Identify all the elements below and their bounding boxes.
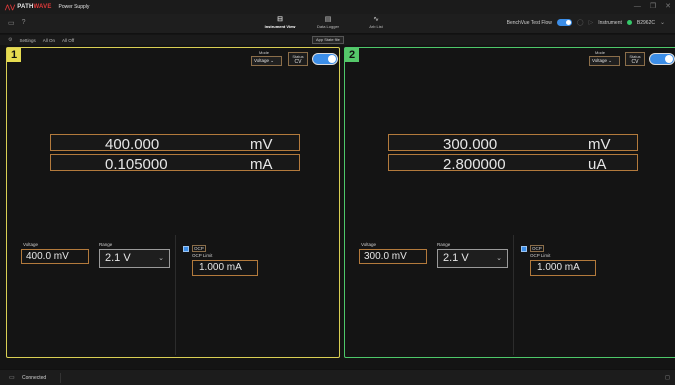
voltage-label: Voltage [361, 242, 377, 247]
chevron-down-icon: ⌄ [158, 255, 164, 262]
chevron-down-icon: ⌄ [270, 58, 275, 63]
instrument-status-icon [626, 20, 632, 25]
voltage-input[interactable]: 400.0 mV [21, 249, 89, 264]
tab-arb-list[interactable]: ∿ Arb List [354, 15, 398, 33]
mode-select[interactable]: Voltage ⌄ [251, 56, 282, 66]
status-indicator: Status CV [288, 52, 308, 66]
pathwave-logo-icon: ⋀⋁ [5, 4, 16, 11]
gear-icon[interactable]: ⚙ [8, 37, 12, 43]
settings-menu[interactable]: Settings [19, 38, 35, 43]
toolbar-left: ▭ ? [8, 19, 26, 27]
app-state-file-button[interactable]: App State file [312, 36, 344, 44]
range-label: Range [437, 242, 451, 247]
readout-voltage-value: 300.000 [443, 136, 498, 153]
mode-label: Mode [259, 50, 270, 55]
connection-icon: ▭ [9, 375, 15, 381]
chevron-down-icon[interactable]: ⌄ [660, 19, 665, 26]
mode-label: Mode [595, 50, 606, 55]
tab-label: Instrument View [264, 24, 296, 29]
minimize-button[interactable]: — [634, 2, 641, 11]
ocp-label: OCP [192, 245, 206, 252]
output-toggle[interactable] [649, 53, 675, 65]
data-logger-icon: ▤ [324, 16, 332, 23]
chevron-down-icon: ⌄ [608, 58, 613, 63]
status-separator [60, 373, 61, 383]
instrument-label: Instrument [598, 19, 622, 26]
ocp-checkbox[interactable] [521, 246, 527, 252]
status-value: CV [294, 59, 302, 65]
readout-current-value: 0.105000 [105, 156, 168, 173]
mode-select[interactable]: Voltage ⌄ [589, 56, 620, 66]
ocp-label: OCP [530, 245, 544, 252]
settings-divider [513, 235, 514, 355]
close-button[interactable]: ✕ [665, 2, 671, 11]
benchvue-toggle[interactable] [556, 19, 572, 26]
voltage-input[interactable]: 300.0 mV [359, 249, 427, 264]
status-bar: ▭ Connected ◻ [0, 369, 675, 385]
channel-panel-2: 2 Mode Voltage ⌄ Status CV 300.000 mV 2.… [344, 47, 675, 358]
window-controls: — ❐ ✕ [634, 2, 671, 11]
connection-status: Connected [22, 375, 47, 381]
readout-voltage-unit: mV [588, 136, 611, 153]
all-off-button[interactable]: All Off [62, 38, 74, 43]
folder-icon[interactable]: ▭ [8, 19, 15, 27]
readout-voltage-unit: mV [250, 136, 273, 153]
ocp-limit-label: OCP Limit [192, 253, 213, 258]
tab-data-logger[interactable]: ▤ Data Logger [306, 15, 350, 33]
view-tabs: ⊟ Instrument View ▤ Data Logger ∿ Arb Li… [258, 15, 398, 33]
ocp-limit-label: OCP Limit [530, 253, 551, 258]
restore-button[interactable]: ❐ [650, 2, 656, 11]
channel-number-badge: 1 [7, 48, 21, 62]
range-select[interactable]: 2.1 V ⌄ [437, 249, 508, 268]
benchvue-label: BenchVue Test Flow [506, 19, 552, 26]
record-icon[interactable]: ◯ [577, 19, 584, 26]
play-icon[interactable]: ▷ [589, 19, 594, 26]
voltage-readout: 400.000 mV [50, 134, 300, 153]
status-value: CV [631, 59, 639, 65]
brand-logo: ⋀⋁ PATH WAVE [5, 4, 52, 11]
range-label: Range [99, 242, 113, 247]
range-value: 2.1 V [443, 252, 469, 264]
brand-path: PATH [17, 4, 34, 10]
all-on-button[interactable]: All On [43, 38, 55, 43]
tab-instrument-view[interactable]: ⊟ Instrument View [258, 15, 302, 33]
instrument-view-icon: ⊟ [277, 16, 283, 23]
readout-current-unit: mA [250, 156, 273, 173]
chevron-down-icon: ⌄ [496, 255, 502, 262]
ocp-checkbox[interactable] [183, 246, 189, 252]
tab-label: Arb List [369, 24, 383, 29]
app-title: Power Supply [58, 4, 90, 10]
ocp-limit-input[interactable]: 1.000 mA [192, 260, 258, 276]
tab-label: Data Logger [316, 24, 339, 29]
range-select[interactable]: 2.1 V ⌄ [99, 249, 170, 268]
status-indicator: Status CV [625, 52, 645, 66]
mode-value: Voltage [592, 58, 608, 63]
toolbar: ▭ ? ⊟ Instrument View ▤ Data Logger ∿ Ar… [0, 14, 675, 34]
output-toggle[interactable] [312, 53, 338, 65]
current-readout: 0.105000 mA [50, 154, 300, 173]
help-icon[interactable]: ? [22, 19, 26, 27]
title-bar: ⋀⋁ PATH WAVE Power Supply — ❐ ✕ [0, 0, 675, 14]
mode-value: Voltage [254, 58, 270, 63]
channel-panel-1: 1 Mode Voltage ⌄ Status CV 400.000 mV 0.… [6, 47, 340, 358]
arb-list-icon: ∿ [373, 16, 379, 23]
brand-wave: WAVE [33, 4, 52, 10]
ocp-limit-input[interactable]: 1.000 mA [530, 260, 596, 276]
voltage-readout: 300.000 mV [388, 134, 638, 153]
menu-items: ⚙ Settings All On All Off [8, 37, 74, 43]
toolbar-right: BenchVue Test Flow ◯ ▷ Instrument B2962C… [507, 19, 665, 26]
readout-voltage-value: 400.000 [105, 136, 160, 153]
current-readout: 2.800000 uA [388, 154, 638, 173]
readout-current-unit: uA [588, 156, 607, 173]
range-value: 2.1 V [105, 252, 131, 264]
channel-number-badge: 2 [345, 48, 359, 62]
instrument-model[interactable]: B2962C [637, 20, 655, 26]
settings-divider [175, 235, 176, 355]
chat-icon[interactable]: ◻ [665, 374, 670, 381]
menu-bar: ⚙ Settings All On All Off App State file [0, 35, 675, 45]
voltage-label: Voltage [23, 242, 39, 247]
readout-current-value: 2.800000 [443, 156, 506, 173]
